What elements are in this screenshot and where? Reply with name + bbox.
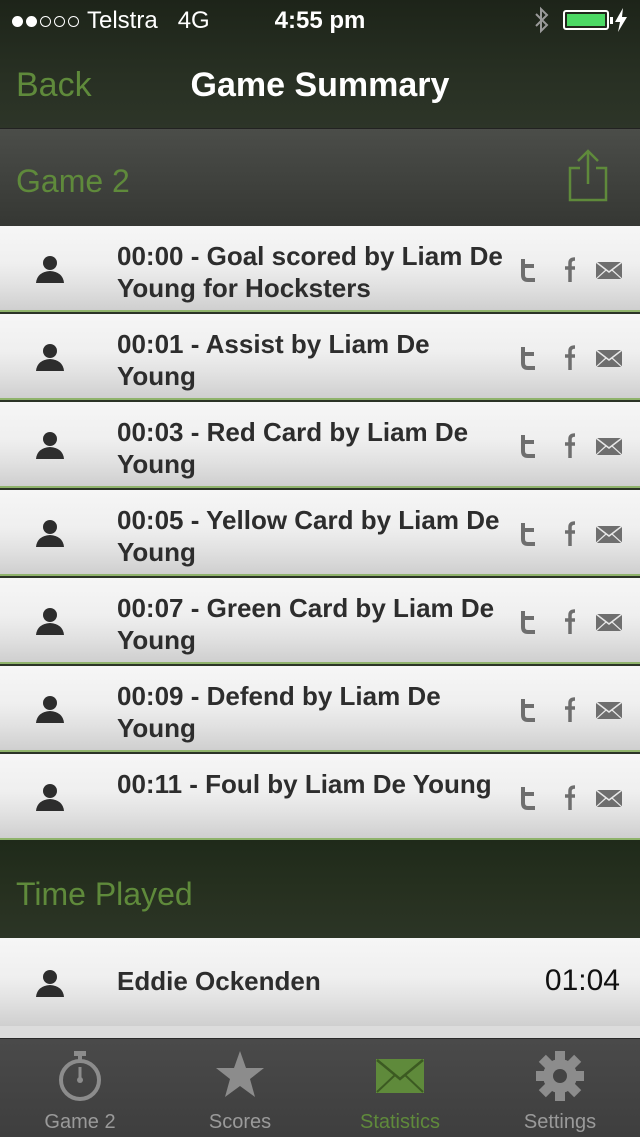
twitter-icon[interactable]: [518, 522, 538, 546]
player-time-row[interactable]: Eddie Ockenden 01:04: [0, 938, 640, 1026]
person-icon: [36, 970, 64, 997]
twitter-icon[interactable]: [518, 786, 538, 810]
game-section-header: Game 2: [0, 128, 640, 227]
stopwatch-icon: [59, 1051, 101, 1101]
tab-label: Scores: [208, 1111, 272, 1133]
event-text: 00:07 - Green Card by Liam De Young: [117, 593, 495, 655]
person-icon: [36, 608, 64, 635]
email-icon[interactable]: [596, 526, 622, 543]
bluetooth-icon: [535, 6, 549, 34]
facebook-icon[interactable]: [562, 784, 576, 810]
email-icon[interactable]: [596, 790, 622, 807]
event-row[interactable]: 00:03 - Red Card by Liam De Young: [0, 402, 640, 488]
event-row[interactable]: 00:07 - Green Card by Liam De Young: [0, 578, 640, 664]
event-row[interactable]: 00:11 - Foul by Liam De Young: [0, 754, 640, 840]
player-name: Eddie Ockenden: [117, 966, 321, 996]
tab-game[interactable]: Game 2: [0, 1039, 160, 1137]
twitter-icon[interactable]: [518, 610, 538, 634]
tab-statistics[interactable]: Statistics: [320, 1039, 480, 1137]
navigation-bar: Back Game Summary: [0, 40, 640, 128]
share-icon[interactable]: [566, 148, 610, 204]
tab-label: Settings: [523, 1111, 597, 1133]
email-icon[interactable]: [596, 614, 622, 631]
tab-scores[interactable]: Scores: [160, 1039, 320, 1137]
twitter-icon[interactable]: [518, 346, 538, 370]
person-icon: [36, 256, 64, 283]
person-icon: [36, 784, 64, 811]
event-text: 00:00 - Goal scored by Liam De Young for…: [117, 241, 503, 303]
status-bar: Telstra 4G 4:55 pm: [0, 0, 640, 40]
facebook-icon[interactable]: [562, 344, 576, 370]
email-icon[interactable]: [596, 438, 622, 455]
facebook-icon[interactable]: [562, 520, 576, 546]
charging-bolt-icon: [615, 8, 627, 32]
facebook-icon[interactable]: [562, 432, 576, 458]
email-icon[interactable]: [596, 262, 622, 279]
event-row[interactable]: 00:00 - Goal scored by Liam De Young for…: [0, 226, 640, 312]
facebook-icon[interactable]: [562, 256, 576, 282]
tab-settings[interactable]: Settings: [480, 1039, 640, 1137]
envelope-icon: [376, 1059, 424, 1093]
event-text: 00:11 - Foul by Liam De Young: [117, 769, 492, 799]
twitter-icon[interactable]: [518, 698, 538, 722]
facebook-icon[interactable]: [562, 696, 576, 722]
event-row[interactable]: 00:05 - Yellow Card by Liam De Young: [0, 490, 640, 576]
event-row[interactable]: 00:09 - Defend by Liam De Young: [0, 666, 640, 752]
person-icon: [36, 520, 64, 547]
person-icon: [36, 432, 64, 459]
person-icon: [36, 696, 64, 723]
event-text: 00:09 - Defend by Liam De Young: [117, 681, 441, 743]
top-bar: Telstra 4G 4:55 pm Back Game Summary: [0, 0, 640, 128]
email-icon[interactable]: [596, 702, 622, 719]
tab-bar: Game 2 Scores Statistics Settings: [0, 1038, 640, 1137]
battery-icon: [563, 10, 613, 30]
event-text: 00:05 - Yellow Card by Liam De Young: [117, 505, 500, 567]
tab-label: Statistics: [359, 1111, 441, 1133]
game-section-title: Game 2: [16, 163, 130, 199]
list-footer: [0, 1026, 640, 1038]
time-played-header: Time Played: [0, 840, 640, 938]
email-icon[interactable]: [596, 350, 622, 367]
person-icon: [36, 344, 64, 371]
gear-icon: [536, 1051, 584, 1101]
event-row[interactable]: 00:01 - Assist by Liam De Young: [0, 314, 640, 400]
event-text: 00:01 - Assist by Liam De Young: [117, 329, 430, 391]
time-played-title: Time Played: [16, 876, 193, 912]
star-icon: [216, 1051, 264, 1097]
player-time: 01:04: [544, 964, 620, 997]
page-title: Game Summary: [190, 66, 450, 104]
tab-label: Game 2: [44, 1111, 116, 1133]
twitter-icon[interactable]: [518, 258, 538, 282]
facebook-icon[interactable]: [562, 608, 576, 634]
twitter-icon[interactable]: [518, 434, 538, 458]
event-text: 00:03 - Red Card by Liam De Young: [117, 417, 469, 479]
